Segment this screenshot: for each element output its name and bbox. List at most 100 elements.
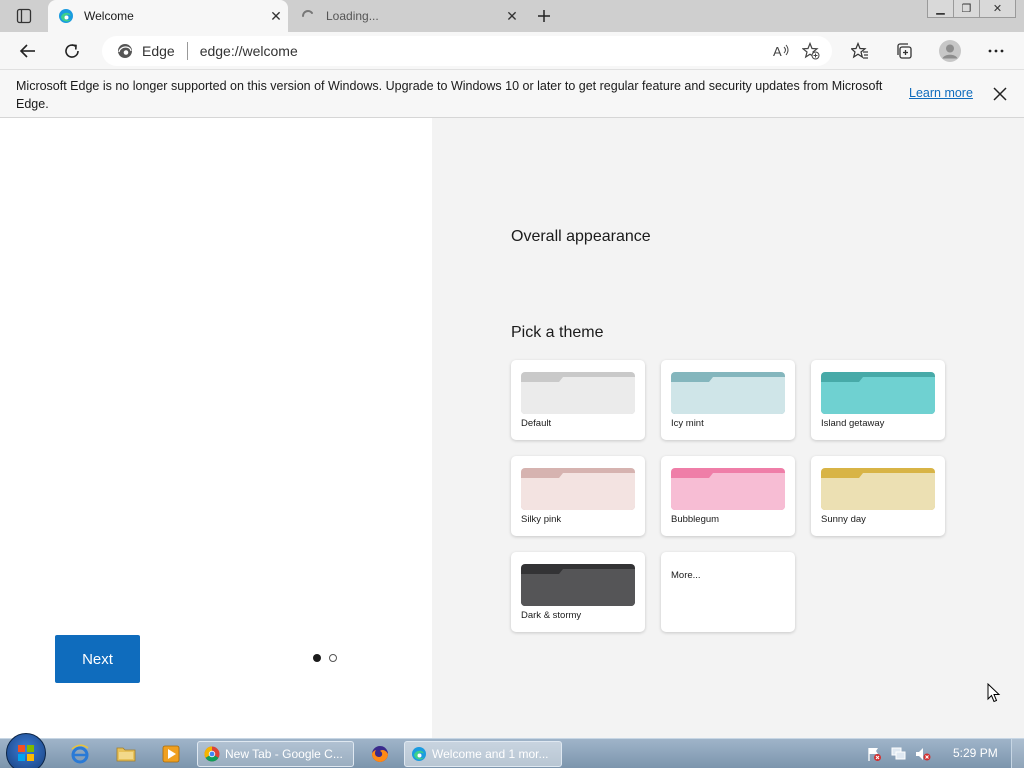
welcome-left-pane: Next [0,118,432,738]
new-tab-button[interactable] [532,5,556,27]
next-button[interactable]: Next [55,635,140,683]
volume-tray-icon[interactable] [914,745,932,763]
favorites-button[interactable] [846,37,874,65]
theme-preview [671,468,785,510]
profile-button[interactable] [936,37,964,65]
site-label: Edge [142,43,175,59]
tab-title: Loading... [326,9,379,23]
taskbar-clock[interactable]: 5:29 PM [953,746,998,760]
plus-icon [538,10,550,22]
media-player-taskbar-button[interactable] [153,742,189,766]
pager-dot-2[interactable] [329,654,337,662]
minimize-icon: ▁ [936,3,945,15]
taskbar-task-chrome[interactable]: New Tab - Google C... [197,741,354,767]
tab-strip: Welcome ✕ Loading... ✕ ▁ ❐ ✕ [0,0,1024,32]
read-aloud-button[interactable]: A [766,38,796,64]
theme-card-sunny-day[interactable]: Sunny day [811,456,945,536]
divider [186,42,188,60]
learn-more-link[interactable]: Learn more [909,86,973,100]
minimize-button[interactable]: ▁ [927,0,954,18]
collections-icon [897,43,912,59]
appearance-pane: Overall appearance Pick a theme Default … [432,118,1024,738]
infobar-message: Microsoft Edge is no longer supported on… [16,79,883,111]
back-button[interactable] [14,37,42,65]
restore-button[interactable]: ❐ [953,0,980,18]
overall-appearance-heading: Overall appearance [511,228,651,245]
taskbar-task-edge[interactable]: Welcome and 1 mor... [404,741,562,767]
tab-welcome[interactable]: Welcome ✕ [48,0,288,32]
settings-more-button[interactable] [982,37,1010,65]
theme-card-dark-stormy[interactable]: Dark & stormy [511,552,645,632]
show-desktop-button[interactable] [1011,739,1024,768]
more-themes-label: More... [671,570,701,581]
tab-title: Welcome [84,9,134,23]
theme-card-default[interactable]: Default [511,360,645,440]
tab-close-icon[interactable]: ✕ [500,8,524,25]
network-tray-icon[interactable] [890,745,908,763]
navigation-toolbar: Edge edge://welcome A [0,32,1024,70]
refresh-button[interactable] [58,37,86,65]
explorer-taskbar-button[interactable] [108,742,144,766]
back-arrow-icon [19,44,35,58]
add-favorite-button[interactable] [796,38,826,64]
infobar-close-button[interactable] [990,84,1010,104]
read-aloud-icon: A [773,44,789,59]
refresh-icon [65,44,79,58]
more-dots-icon [988,49,1004,53]
star-add-icon [802,42,820,60]
avatar-icon [939,40,961,62]
theme-label: Icy mint [671,418,704,429]
address-bar[interactable]: Edge edge://welcome A [102,36,832,66]
spinner-icon [300,8,316,24]
theme-card-bubblegum[interactable]: Bubblegum [661,456,795,536]
close-icon: ✕ [992,3,1003,15]
theme-preview [521,468,635,510]
firefox-icon [372,746,388,762]
theme-preview [671,372,785,414]
action-center-tray-icon[interactable] [865,745,883,763]
mouse-cursor-icon [987,683,1001,703]
theme-label: Bubblegum [671,514,720,525]
theme-card-more[interactable]: More... [661,552,795,632]
media-player-icon [162,745,180,763]
theme-label: Sunny day [821,514,866,525]
internet-explorer-taskbar-button[interactable] [62,742,98,766]
task-label: Welcome and 1 mor... [432,747,549,761]
pager-dot-1[interactable] [313,654,321,662]
chrome-icon [204,746,220,762]
tab-actions-button[interactable] [8,6,40,26]
tab-actions-icon [16,8,32,24]
theme-preview [821,468,935,510]
theme-label: Dark & stormy [521,610,582,621]
theme-card-icy-mint[interactable]: Icy mint [661,360,795,440]
task-label: New Tab - Google C... [225,747,343,761]
start-button[interactable] [6,733,46,768]
network-icon [891,747,906,760]
tab-close-icon[interactable]: ✕ [264,8,288,25]
pager-dots [313,654,337,662]
flag-warning-icon [868,748,881,761]
collections-button[interactable] [890,37,918,65]
url-text[interactable]: edge://welcome [200,43,766,59]
restore-icon: ❐ [961,3,972,15]
theme-label: Island getaway [821,418,885,429]
tab-loading[interactable]: Loading... ✕ [290,0,524,32]
edge-logo-icon [116,42,134,60]
svg-text:A: A [773,44,782,59]
theme-label: Default [521,418,552,429]
windows-taskbar: New Tab - Google C... Welcome and 1 mor.… [0,733,1024,768]
windows-logo-icon [18,745,34,761]
close-window-button[interactable]: ✕ [979,0,1016,18]
theme-preview [521,372,635,414]
firefox-taskbar-button[interactable] [362,742,398,766]
theme-card-silky-pink[interactable]: Silky pink [511,456,645,536]
theme-card-island-getaway[interactable]: Island getaway [811,360,945,440]
internet-explorer-icon [71,744,89,764]
theme-label: Silky pink [521,514,562,525]
pick-theme-heading: Pick a theme [511,324,604,341]
theme-preview [521,564,635,606]
edge-icon [58,8,74,24]
close-icon [993,87,1007,101]
theme-preview [821,372,935,414]
favorites-icon [851,42,868,59]
